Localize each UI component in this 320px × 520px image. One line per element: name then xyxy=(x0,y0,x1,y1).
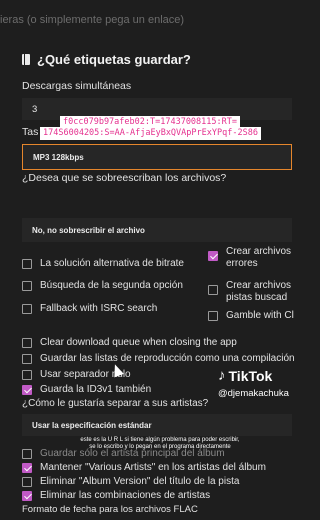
option-keep-various-artists[interactable]: Mantener "Various Artists" en los artist… xyxy=(22,462,266,473)
option-create-error-files[interactable]: Crear archivos errores xyxy=(208,246,291,270)
overwrite-select-value[interactable]: No, no sobrescribir el archivo xyxy=(22,218,292,242)
checkbox[interactable] xyxy=(22,369,32,380)
checkbox[interactable] xyxy=(22,476,32,487)
option-save-playlists[interactable]: Guardar las listas de reproducción como … xyxy=(22,353,295,364)
checkbox[interactable] xyxy=(22,462,32,473)
checkbox[interactable] xyxy=(22,490,32,501)
tiktok-brand: TikTok xyxy=(228,367,273,384)
cookie-overlay-line2: 174S6004205:S=AA-AfjaEyBxQVApPrExYPqf-2S… xyxy=(40,127,261,140)
checkbox[interactable] xyxy=(208,251,218,261)
checkbox[interactable] xyxy=(208,285,218,295)
checkbox[interactable] xyxy=(22,337,32,348)
option-label: Crear archivos pistas buscad xyxy=(226,280,292,303)
option-label: La solución alternativa de bitrate xyxy=(40,258,184,269)
option-label: Guarda la ID3v1 también xyxy=(40,384,152,395)
checkbox[interactable] xyxy=(208,310,218,321)
option-label: Clear download queue when closing the ap… xyxy=(40,337,237,348)
quality-select[interactable]: MP3 128kbps xyxy=(22,144,292,170)
tiktok-watermark: ♪ TikTok xyxy=(218,367,272,384)
option-main-artist-only[interactable]: Guardar sólo el artista principal del ál… xyxy=(22,448,225,459)
artists-label: ¿Cómo le gustaría separar a sus artistas… xyxy=(22,398,209,409)
downloads-label: Descargas simultáneas xyxy=(22,80,132,92)
option-remove-artist-combos[interactable]: Eliminar las combinaciones de artistas xyxy=(22,490,210,501)
option-label: Búsqueda de la segunda opción xyxy=(40,280,183,291)
tiktok-handle: @djemakachuka xyxy=(218,388,289,399)
checkbox[interactable] xyxy=(22,353,32,364)
quality-label-partial: Tas xyxy=(22,126,39,138)
option-isrc-fallback[interactable]: Fallback with ISRC search xyxy=(22,303,157,314)
date-format-label: Formato de fecha para los archivos FLAC xyxy=(22,504,198,515)
option-label: Crear archivos errores xyxy=(226,246,292,269)
page-title: ¿Qué etiquetas guardar? xyxy=(37,52,191,67)
checkbox[interactable] xyxy=(22,258,32,269)
option-label: Guardar sólo el artista principal del ál… xyxy=(40,448,225,459)
option-clear-queue[interactable]: Clear download queue when closing the ap… xyxy=(22,337,237,348)
option-gamble[interactable]: Gamble with Cl xyxy=(208,310,294,321)
book-icon xyxy=(22,54,30,65)
checkbox[interactable] xyxy=(22,303,32,314)
option-label: Eliminar "Album Version" del título de l… xyxy=(40,476,240,487)
option-label: Eliminar las combinaciones de artistas xyxy=(40,490,211,501)
faded-header-text: ieras (o simplemente pega un enlace) xyxy=(0,14,185,26)
option-label: Gamble with Cl xyxy=(226,310,294,321)
section-title: ¿Qué etiquetas guardar? xyxy=(22,52,191,67)
checkbox[interactable] xyxy=(22,280,32,291)
option-bitrate-workaround[interactable]: La solución alternativa de bitrate xyxy=(22,258,184,269)
option-save-id3v1[interactable]: Guarda la ID3v1 también xyxy=(22,384,151,395)
caption-line1: este es la U R L si tiene algún problema… xyxy=(80,437,240,443)
option-label: Guardar las listas de reproducción como … xyxy=(40,353,295,364)
checkbox[interactable] xyxy=(22,384,32,395)
option-create-search-files[interactable]: Crear archivos pistas buscad xyxy=(208,280,291,304)
checkbox[interactable] xyxy=(22,448,32,459)
artists-select[interactable]: Usar la especificación estándar xyxy=(22,414,292,436)
option-label: Fallback with ISRC search xyxy=(40,303,158,314)
option-second-search[interactable]: Búsqueda de la segunda opción xyxy=(22,280,183,291)
option-remove-album-version[interactable]: Eliminar "Album Version" del título de l… xyxy=(22,476,239,487)
tiktok-logo-icon: ♪ xyxy=(218,367,226,384)
overwrite-label: ¿Desea que se sobreescriban los archivos… xyxy=(22,172,227,184)
option-label: Mantener "Various Artists" en los artist… xyxy=(40,462,266,473)
